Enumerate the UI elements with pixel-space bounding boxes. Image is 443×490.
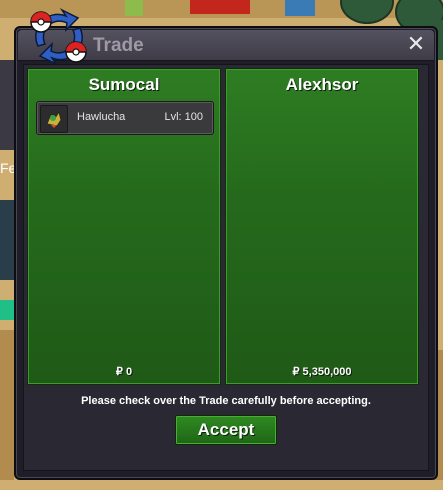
item-level: Lvl: 100: [164, 111, 203, 123]
trade-content: Sumocal Hawlucha Lvl: 100 ₽ 0 Alexhsor ₽…: [23, 64, 429, 471]
hawlucha-icon: [40, 105, 68, 133]
window-title: Trade: [93, 35, 144, 56]
player-name: Sumocal: [88, 75, 160, 94]
offer-panel-alexhsor: Alexhsor ₽ 5,350,000: [225, 68, 419, 385]
player-name: Alexhsor: [285, 75, 359, 94]
trade-window: Trade ✕ Sumocal Hawlucha Lvl: 100 ₽ 0 Al…: [14, 8, 438, 480]
accept-button[interactable]: Accept: [175, 415, 277, 445]
trade-item[interactable]: Hawlucha Lvl: 100: [36, 101, 214, 135]
trade-notice: Please check over the Trade carefully be…: [81, 395, 371, 407]
money-offer: ₽ 5,350,000: [292, 366, 352, 378]
offer-panel-sumocal: Sumocal Hawlucha Lvl: 100 ₽ 0: [27, 68, 221, 385]
item-name: Hawlucha: [77, 111, 126, 123]
trade-logo-icon: [30, 8, 87, 66]
money-offer: ₽ 0: [115, 366, 133, 378]
close-button[interactable]: ✕: [406, 34, 426, 56]
